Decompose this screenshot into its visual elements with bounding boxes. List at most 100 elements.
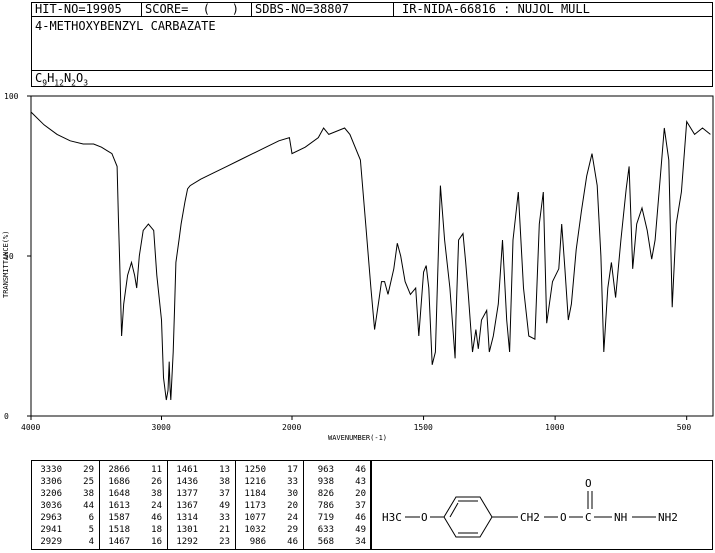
x-tick-label: 2000 xyxy=(282,423,301,432)
x-axis: 4000 3000 2000 1500 1000 500 xyxy=(21,416,691,432)
ester-oxygen-label: O xyxy=(560,511,567,524)
y-tick-label: 0 xyxy=(4,412,9,421)
ir-spectrum-chart: 050100 4000 3000 2000 1500 1000 500 TRANSMITT… xyxy=(2,92,714,442)
peak-transmittance: 29 xyxy=(83,465,94,475)
score: SCORE= ( ) xyxy=(142,3,252,16)
benzene-ring xyxy=(443,496,493,538)
x-tick-label: 4000 xyxy=(21,423,40,432)
peak-wavenumber: 1301 xyxy=(176,525,198,535)
peak-transmittance: 6 xyxy=(88,513,94,523)
peak-wavenumber: 1377 xyxy=(176,489,198,499)
peak-wavenumber: 1184 xyxy=(244,489,266,499)
peak-wavenumber: 1613 xyxy=(108,501,130,511)
peak-wavenumber: 1314 xyxy=(176,513,198,523)
peak-wavenumber: 1250 xyxy=(244,465,266,475)
peak-transmittance: 24 xyxy=(151,501,162,511)
peak-wavenumber: 719 xyxy=(317,513,334,523)
ir-info: IR-NIDA-66816 : NUJOL MULL xyxy=(402,3,590,16)
x-tick-label: 1000 xyxy=(545,423,564,432)
peak-wavenumber: 633 xyxy=(317,525,334,535)
nh-label: NH xyxy=(614,511,627,524)
peak-transmittance: 37 xyxy=(219,489,230,499)
peak-wavenumber: 2929 xyxy=(40,537,62,547)
peak-wavenumber: 3330 xyxy=(40,465,62,475)
peak-wavenumber: 2866 xyxy=(108,465,130,475)
peak-wavenumber: 1467 xyxy=(108,537,130,547)
peak-transmittance: 49 xyxy=(355,525,366,535)
peak-wavenumber: 1077 xyxy=(244,513,266,523)
peak-transmittance: 37 xyxy=(355,501,366,511)
peak-transmittance: 30 xyxy=(287,489,298,499)
peak-transmittance: 24 xyxy=(287,513,298,523)
peak-wavenumber: 1686 xyxy=(108,477,130,487)
x-tick-label: 3000 xyxy=(152,423,171,432)
plot-frame xyxy=(30,95,714,417)
peak-wavenumber: 1648 xyxy=(108,489,130,499)
nh2-label: NH2 xyxy=(658,511,678,524)
carbonyl-carbon-label: C xyxy=(585,511,592,524)
peak-transmittance: 5 xyxy=(88,525,94,535)
peak-wavenumber: 826 xyxy=(317,489,334,499)
y-tick-label: 100 xyxy=(4,92,19,101)
peak-transmittance: 44 xyxy=(83,501,94,511)
peak-transmittance: 38 xyxy=(83,489,94,499)
sdbs-number: SDBS-NO=38807 xyxy=(252,3,394,16)
peak-transmittance: 11 xyxy=(151,465,162,475)
peak-wavenumber: 786 xyxy=(317,501,334,511)
peak-wavenumber: 986 xyxy=(249,537,266,547)
header-info-row: HIT-NO=19905 SCORE= ( ) SDBS-NO=38807 IR… xyxy=(31,2,713,17)
molecular-formula: C9H12N2O3 xyxy=(31,71,713,87)
peak-wavenumber: 1461 xyxy=(176,465,198,475)
peak-transmittance: 21 xyxy=(219,525,230,535)
peak-transmittance: 23 xyxy=(219,537,230,547)
carbonyl-oxygen-label: O xyxy=(585,477,592,490)
peak-wavenumber: 1587 xyxy=(108,513,130,523)
peak-transmittance: 46 xyxy=(151,513,162,523)
peak-transmittance: 33 xyxy=(287,477,298,487)
peak-wavenumber: 3206 xyxy=(40,489,62,499)
peak-wavenumber: 1292 xyxy=(176,537,198,547)
compound-name: 4-METHOXYBENZYL CARBAZATE xyxy=(31,17,713,71)
peak-wavenumber: 2941 xyxy=(40,525,62,535)
peak-wavenumber: 1173 xyxy=(244,501,266,511)
methyl-group-label: H3C xyxy=(382,511,402,524)
peak-transmittance: 25 xyxy=(83,477,94,487)
peak-transmittance: 29 xyxy=(287,525,298,535)
peak-transmittance: 46 xyxy=(355,465,366,475)
peak-transmittance: 46 xyxy=(287,537,298,547)
peak-wavenumber: 1436 xyxy=(176,477,198,487)
peak-transmittance: 43 xyxy=(355,477,366,487)
peak-column: 1461 13 1436 38 1377 37 1367 49 1314 33 1301 21 1292… xyxy=(168,461,236,549)
x-tick-label: 1500 xyxy=(414,423,433,432)
peak-transmittance: 34 xyxy=(355,537,366,547)
peak-wavenumber: 1367 xyxy=(176,501,198,511)
peak-column: 963 46 938 43 826 20 786 37 719 46 633 49 568 34 xyxy=(304,461,372,549)
peak-transmittance: 17 xyxy=(287,465,298,475)
peak-column: 3330 29 3306 25 3206 38 3036 44 2963 6 2941 5 2929 4 xyxy=(32,461,100,549)
peak-transmittance: 38 xyxy=(151,489,162,499)
structure-svg: H3C O CH2 O C O NH NH2 xyxy=(382,477,678,538)
peak-column: 1250 17 1216 33 1184 30 1173 20 1077 24 1032 29 986 4… xyxy=(236,461,304,549)
peak-transmittance: 49 xyxy=(219,501,230,511)
y-axis-label: TRANSMITTANCE(%) xyxy=(2,231,10,298)
peak-column: 2866 11 1686 26 1648 38 1613 24 1587 46 1518 18 1467… xyxy=(100,461,168,549)
peak-wavenumber: 938 xyxy=(317,477,334,487)
peak-transmittance: 26 xyxy=(151,477,162,487)
peak-wavenumber: 2963 xyxy=(40,513,62,523)
peak-wavenumber: 1216 xyxy=(244,477,266,487)
peak-table: 3330 29 3306 25 3206 38 3036 44 2963 6 2941 5 2929 4 2… xyxy=(31,460,371,550)
peak-wavenumber: 3306 xyxy=(40,477,62,487)
hit-number: HIT-NO=19905 xyxy=(32,3,142,16)
peak-wavenumber: 568 xyxy=(317,537,334,547)
peak-transmittance: 46 xyxy=(355,513,366,523)
peak-transmittance: 18 xyxy=(151,525,162,535)
peak-transmittance: 38 xyxy=(219,477,230,487)
structure-diagram: H3C O CH2 O C O NH NH2 xyxy=(371,460,713,550)
peak-wavenumber: 3036 xyxy=(40,501,62,511)
methylene-label: CH2 xyxy=(520,511,540,524)
peak-transmittance: 33 xyxy=(219,513,230,523)
x-axis-label: WAVENUMBER(-1) xyxy=(328,434,387,442)
peak-transmittance: 16 xyxy=(151,537,162,547)
spectrum-line xyxy=(30,111,711,401)
peak-transmittance: 4 xyxy=(88,537,94,547)
